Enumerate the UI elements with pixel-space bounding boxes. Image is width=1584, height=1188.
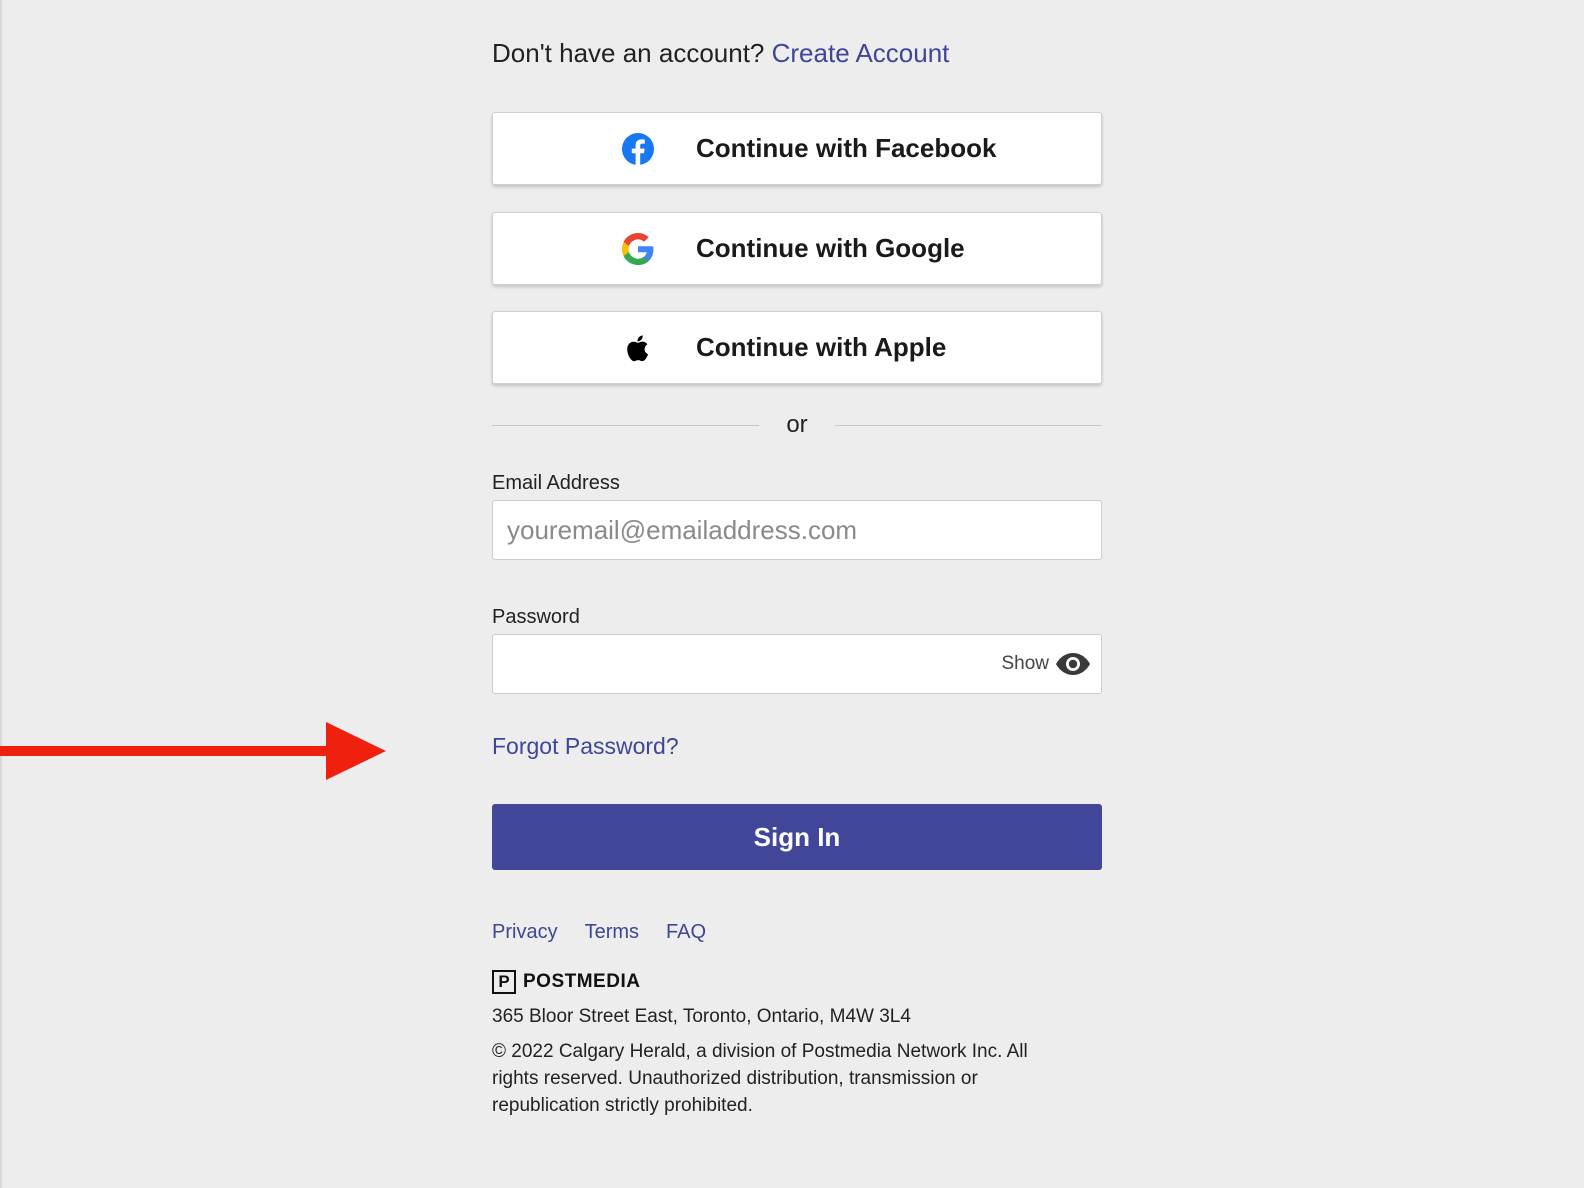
continue-with-apple-button[interactable]: Continue with Apple [492, 311, 1102, 384]
google-button-label: Continue with Google [696, 233, 965, 263]
signup-prompt-text: Don't have an account? [492, 38, 765, 68]
continue-with-google-button[interactable]: Continue with Google [492, 212, 1102, 285]
postmedia-logo-mark: P [492, 970, 516, 994]
copyright-notice: © 2022 Calgary Herald, a division of Pos… [492, 1041, 1028, 1116]
forgot-password-link[interactable]: Forgot Password? [492, 733, 679, 760]
email-field-container [492, 500, 1102, 560]
google-icon [621, 232, 655, 266]
sign-in-button[interactable]: Sign In [492, 804, 1102, 870]
eye-icon [1055, 651, 1091, 677]
divider-line-right [835, 425, 1102, 426]
facebook-button-label: Continue with Facebook [696, 133, 997, 163]
apple-icon [621, 331, 655, 365]
create-account-link[interactable]: Create Account [772, 38, 950, 68]
page-edge [0, 0, 2, 1188]
signup-prompt: Don't have an account? Create Account [492, 38, 949, 69]
show-password-toggle[interactable]: Show [1001, 635, 1091, 693]
terms-link[interactable]: Terms [585, 921, 639, 944]
show-password-label: Show [1001, 653, 1049, 674]
password-label: Password [492, 606, 580, 628]
postmedia-logo: P POSTMEDIA [492, 970, 640, 994]
postmedia-wordmark: POSTMEDIA [523, 971, 641, 992]
red-arrow-icon [0, 720, 386, 782]
or-divider: or [492, 410, 1102, 440]
privacy-link[interactable]: Privacy [492, 921, 558, 944]
email-label: Email Address [492, 472, 620, 494]
password-field-container: Show [492, 634, 1102, 694]
footer-links: Privacy Terms FAQ [492, 921, 733, 944]
facebook-icon [621, 132, 655, 166]
continue-with-facebook-button[interactable]: Continue with Facebook [492, 112, 1102, 185]
password-field[interactable] [507, 635, 977, 693]
email-field[interactable] [507, 501, 977, 559]
company-address: 365 Bloor Street East, Toronto, Ontario,… [492, 1006, 911, 1027]
faq-link[interactable]: FAQ [666, 921, 706, 944]
apple-button-label: Continue with Apple [696, 332, 947, 362]
